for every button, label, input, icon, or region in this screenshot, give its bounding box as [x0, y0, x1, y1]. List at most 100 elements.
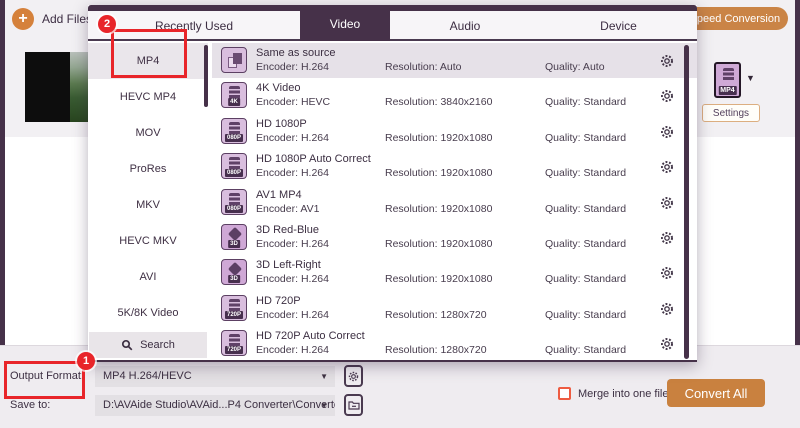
tab-recently-used[interactable]: Recently Used	[88, 11, 300, 41]
settings-tooltip[interactable]: Settings	[702, 104, 760, 122]
sidebar-item-mp4[interactable]: MP4	[88, 43, 208, 79]
format-encoder: Encoder: H.264	[256, 61, 329, 73]
format-copy-icon	[221, 47, 247, 73]
format-name: 3D Red-Blue	[256, 224, 319, 236]
file-output-format-icon[interactable]: MP4	[714, 62, 741, 98]
row-settings-gear-icon[interactable]	[659, 159, 675, 175]
add-files-button[interactable]: + Add Files	[12, 7, 92, 31]
format-film-icon: 720P	[221, 295, 247, 321]
save-to-select[interactable]: D:\AVAide Studio\AVAid...P4 Converter\Co…	[95, 395, 335, 416]
format-name: 4K Video	[256, 82, 300, 94]
open-folder-button[interactable]	[344, 394, 363, 416]
format-film-icon: 080P	[221, 153, 247, 179]
format-encoder: Encoder: HEVC	[256, 96, 330, 108]
sidebar-item-hevc-mp4[interactable]: HEVC MP4	[88, 79, 208, 115]
plus-icon: +	[12, 8, 34, 30]
window-left-edge	[0, 0, 5, 345]
output-format-label: Output Format:	[10, 370, 84, 382]
format-resolution: Resolution: 1280x720	[385, 344, 487, 356]
format-name: Same as source	[256, 47, 335, 59]
row-settings-gear-icon[interactable]	[659, 124, 675, 140]
format-encoder: Encoder: H.264	[256, 238, 329, 250]
add-files-label: Add Files	[42, 12, 92, 26]
film-icon	[723, 68, 734, 82]
format-encoder: Encoder: H.264	[256, 167, 329, 179]
sidebar-scrollbar[interactable]	[204, 45, 208, 107]
format-row-hd-720p-auto-correct[interactable]: 720PHD 720P Auto CorrectEncoder: H.264Re…	[212, 326, 697, 361]
tab-device[interactable]: Device	[540, 11, 697, 41]
search-icon	[121, 339, 133, 351]
format-name: HD 720P	[256, 295, 301, 307]
convert-all-button[interactable]: Convert All	[667, 379, 765, 407]
format-tabs: Recently UsedVideoAudioDevice	[88, 11, 697, 41]
format-resolution: Resolution: 1920x1080	[385, 273, 492, 285]
format-name: HD 1080P Auto Correct	[256, 153, 371, 165]
format-resolution: Resolution: 1920x1080	[385, 203, 492, 215]
row-settings-gear-icon[interactable]	[659, 336, 675, 352]
format-name: HD 1080P	[256, 118, 307, 130]
format-row-3d-left-right[interactable]: 3D 3D Left-Right Encoder: H.264 Resolution:…	[212, 255, 697, 290]
output-format-settings-button[interactable]	[344, 365, 363, 387]
format-list: Same as source Encoder: H.264 Resolution: …	[212, 43, 697, 360]
format-film-icon: 720P	[221, 330, 247, 356]
format-quality: Quality: Auto	[545, 61, 605, 73]
format-row-same-as-source[interactable]: Same as sourceEncoder: H.264Resolution: …	[212, 43, 697, 78]
format-resolution: Resolution: 1920x1080	[385, 238, 492, 250]
format-row-hd-720p[interactable]: 720PHD 720PEncoder: H.264Resolution: 128…	[212, 291, 697, 326]
format-row-3d-red-blue[interactable]: 3D3D Red-BlueEncoder: H.264Resolution: 1…	[212, 220, 697, 255]
format-row-hd-1080p[interactable]: 080P HD 1080P Encoder: H.264 Resolution: 19…	[212, 114, 697, 149]
format-quality: Quality: Standard	[545, 203, 626, 215]
chevron-down-icon: ▼	[320, 366, 328, 387]
sidebar-item-mov[interactable]: MOV	[88, 115, 208, 151]
sidebar-item-hevc-mkv[interactable]: HEVC MKV	[88, 223, 208, 259]
row-settings-gear-icon[interactable]	[659, 301, 675, 317]
format-row-av1-mp4[interactable]: 080PAV1 MP4Encoder: AV1Resolution: 1920x…	[212, 185, 697, 220]
format-row-4k-video[interactable]: 4K 4K Video Encoder: HEVC Resolution: 3840x…	[212, 78, 697, 113]
format-sidebar-list: MP4HEVC MP4MOVProResMKVHEVC MKVAVI5K/8K …	[88, 43, 208, 332]
list-scrollbar[interactable]	[684, 45, 689, 359]
format-quality: Quality: Standard	[545, 273, 626, 285]
format-dropdown-arrow-icon[interactable]: ▼	[746, 73, 755, 83]
tab-audio[interactable]: Audio	[390, 11, 540, 41]
sidebar-item-mkv[interactable]: MKV	[88, 187, 208, 223]
output-format-popup: Recently UsedVideoAudioDevice MP4HEVC MP…	[88, 5, 697, 362]
format-resolution: Resolution: 1920x1080	[385, 167, 492, 179]
search-label: Search	[140, 339, 175, 351]
format-3d-icon: 3D	[221, 259, 247, 285]
row-settings-gear-icon[interactable]	[659, 88, 675, 104]
format-resolution: Resolution: 3840x2160	[385, 96, 492, 108]
app-window: + Add Files High Speed Conversion MP4 ▼ …	[0, 0, 800, 428]
format-encoder: Encoder: H.264	[256, 273, 329, 285]
format-name: HD 720P Auto Correct	[256, 330, 365, 342]
merge-checkbox[interactable]	[558, 387, 571, 400]
tab-video[interactable]: Video	[300, 5, 390, 41]
format-badge: MP4	[718, 86, 736, 95]
sidebar-item-5k-8k-video[interactable]: 5K/8K Video	[88, 295, 208, 331]
format-film-icon: 080P	[221, 189, 247, 215]
format-encoder: Encoder: AV1	[256, 203, 319, 215]
format-quality: Quality: Standard	[545, 344, 626, 356]
sidebar-item-prores[interactable]: ProRes	[88, 151, 208, 187]
window-right-edge	[795, 0, 800, 345]
format-resolution: Resolution: 1280x720	[385, 309, 487, 321]
output-format-value: MP4 H.264/HEVC	[103, 370, 192, 382]
format-rows: Same as source Encoder: H.264 Resolution: …	[212, 43, 697, 362]
search-button[interactable]: Search	[89, 332, 207, 358]
merge-label: Merge into one file	[578, 388, 669, 400]
format-resolution: Resolution: 1920x1080	[385, 132, 492, 144]
sidebar-item-avi[interactable]: AVI	[88, 259, 208, 295]
folder-icon	[348, 400, 360, 410]
save-to-value: D:\AVAide Studio\AVAid...P4 Converter\Co…	[103, 399, 335, 411]
format-film-icon: 4K	[221, 82, 247, 108]
row-settings-gear-icon[interactable]	[659, 195, 675, 211]
annotation-step-2: 2	[98, 15, 116, 33]
format-encoder: Encoder: H.264	[256, 132, 329, 144]
format-film-icon: 080P	[221, 118, 247, 144]
format-row-hd-1080p-auto-correct[interactable]: 080P HD 1080P Auto Correct Encoder: H.264 R…	[212, 149, 697, 184]
row-settings-gear-icon[interactable]	[659, 230, 675, 246]
row-settings-gear-icon[interactable]	[659, 53, 675, 69]
format-name: 3D Left-Right	[256, 259, 321, 271]
output-format-select[interactable]: MP4 H.264/HEVC ▼	[95, 366, 335, 387]
row-settings-gear-icon[interactable]	[659, 265, 675, 281]
format-quality: Quality: Standard	[545, 96, 626, 108]
